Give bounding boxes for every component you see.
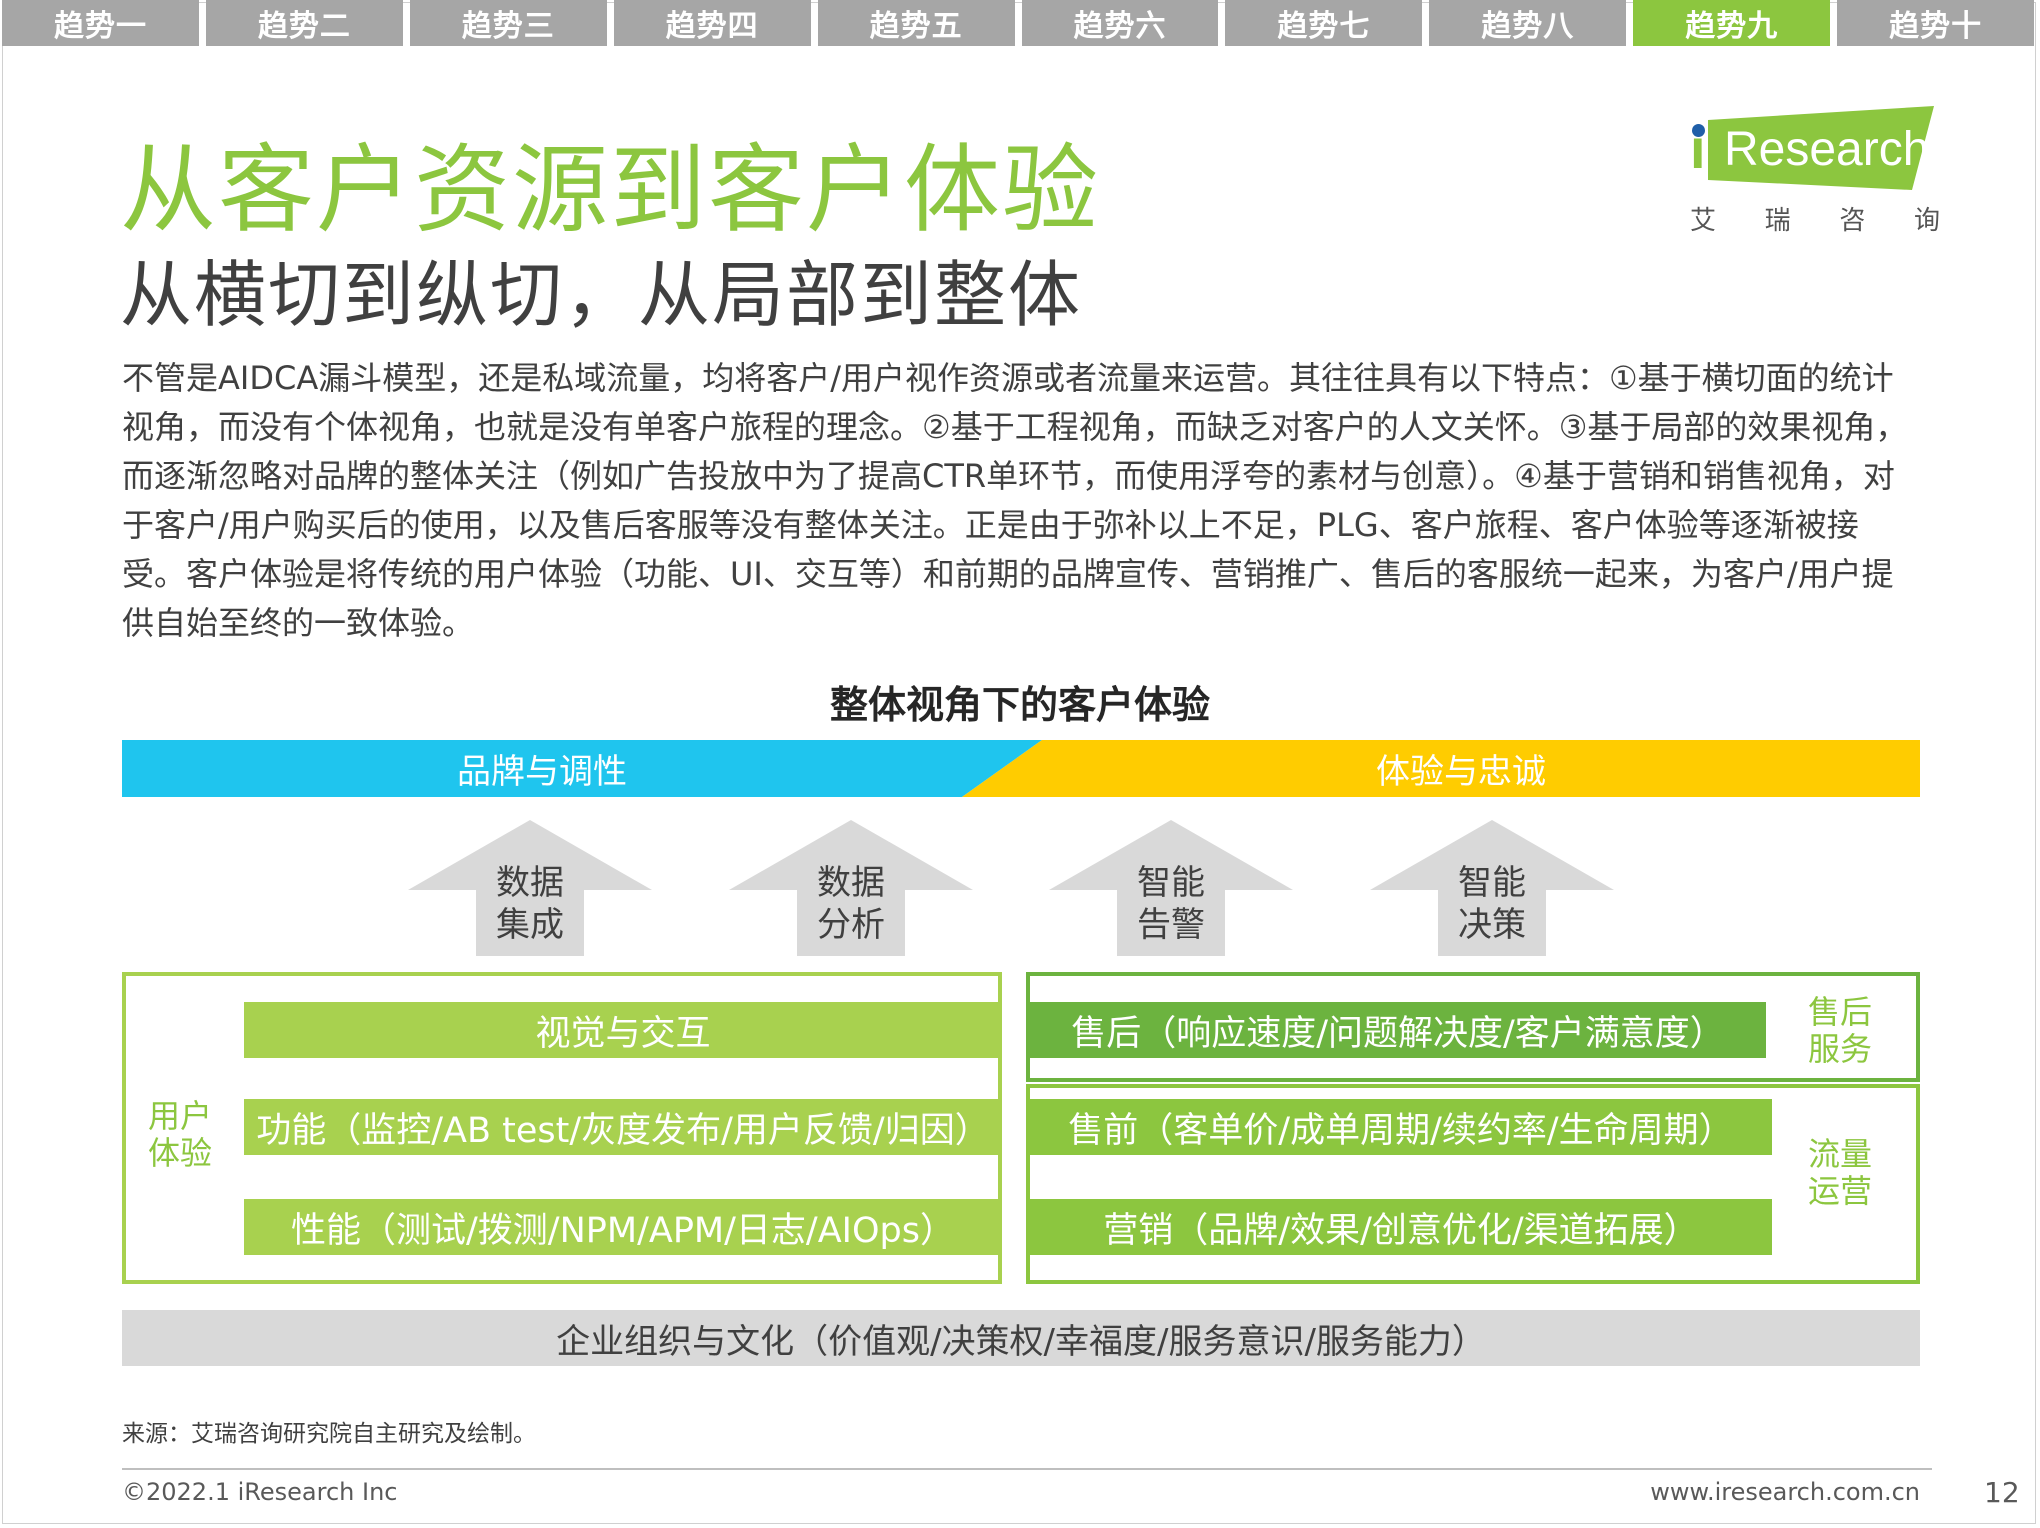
traffic-operation-label: 流量 运营 [1800, 1136, 1880, 1210]
logo-cn-char: 咨 [1839, 206, 1866, 236]
banner-right-label: 体验与忠诚 [1376, 752, 1546, 792]
banner-left-label: 品牌与调性 [457, 752, 627, 792]
bar-performance: 性能（测试/拨测/NPM/APM/日志/AIOps） [244, 1199, 1002, 1255]
label-line: 体验 [147, 1134, 212, 1172]
label-line: 运营 [1807, 1172, 1872, 1210]
trend-tabs: 趋势一 趋势二 趋势三 趋势四 趋势五 趋势六 趋势七 趋势八 趋势九 趋势十 [0, 0, 2040, 46]
tab-trend-10[interactable]: 趋势十 [1837, 0, 2035, 46]
arrow-smart-decision: 智能 决策 [1370, 820, 1614, 956]
label-line: 服务 [1807, 1030, 1872, 1068]
logo-banner: i Research [1690, 106, 1934, 190]
arrow-smart-alert: 智能 告警 [1049, 820, 1293, 956]
arrow-data-integration: 数据 集成 [408, 820, 652, 956]
logo-cn-char: 艾 [1690, 206, 1717, 236]
arrow-label-line1: 智能 [1458, 863, 1526, 903]
page-number: 12 [1984, 1476, 2020, 1509]
logo-cn-char: 询 [1913, 206, 1940, 236]
bar-visual-interaction: 视觉与交互 [244, 1002, 1002, 1058]
bar-function: 功能（监控/AB test/灰度发布/用户反馈/归因） [244, 1099, 1002, 1155]
tab-trend-3[interactable]: 趋势三 [409, 0, 607, 46]
arrow-label-line2: 告警 [1137, 905, 1205, 945]
arrow-label-line1: 智能 [1137, 863, 1205, 903]
tab-trend-8[interactable]: 趋势八 [1429, 0, 1627, 46]
diagram-title: 整体视角下的客户体验 [829, 683, 1210, 727]
label-line: 流量 [1807, 1135, 1872, 1173]
page-subtitle: 从横切到纵切，从局部到整体 [120, 253, 1083, 337]
logo-dot [1692, 124, 1705, 137]
tab-trend-4[interactable]: 趋势四 [613, 0, 811, 46]
logo-chinese: 艾 瑞 咨 询 [1690, 200, 1940, 237]
tab-trend-1[interactable]: 趋势一 [2, 0, 199, 46]
tab-trend-7[interactable]: 趋势七 [1225, 0, 1423, 46]
page-title: 从客户资源到客户体验 [120, 134, 1100, 246]
arrow-label-line2: 集成 [496, 905, 564, 945]
tab-trend-6[interactable]: 趋势六 [1021, 0, 1219, 46]
logo-cn-char: 瑞 [1764, 206, 1791, 236]
bar-marketing: 营销（品牌/效果/创意优化/渠道拓展） [1030, 1199, 1772, 1255]
body-paragraph: 不管是AIDCA漏斗模型，还是私域流量，均将客户/用户视作资源或者流量来运营。其… [122, 359, 1908, 642]
tab-trend-5[interactable]: 趋势五 [817, 0, 1015, 46]
copyright: ©2022.1 iResearch Inc [122, 1478, 398, 1506]
label-line: 售后 [1807, 993, 1872, 1031]
tab-trend-9[interactable]: 趋势九 [1633, 0, 1831, 46]
brand-experience-banner: 品牌与调性 体验与忠诚 [122, 740, 1920, 797]
tab-trend-2[interactable]: 趋势二 [205, 0, 403, 46]
label-line: 用户 [147, 1097, 212, 1135]
arrow-label-line1: 数据 [496, 863, 564, 903]
organization-culture-bar: 企业组织与文化（价值观/决策权/幸福度/服务意识/服务能力） [122, 1310, 1920, 1366]
source-note: 来源：艾瑞咨询研究院自主研究及绘制。 [122, 1421, 536, 1447]
arrow-label-line2: 决策 [1458, 905, 1526, 945]
iresearch-logo: i Research 艾 瑞 咨 询 [1690, 106, 1940, 236]
user-experience-label: 用户 体验 [140, 1098, 220, 1172]
footer-divider [122, 1468, 1932, 1470]
logo-wordmark: Research [1724, 123, 1930, 176]
website-link[interactable]: www.iresearch.com.cn [1650, 1478, 1920, 1506]
after-sales-service-label: 售后 服务 [1800, 994, 1880, 1068]
arrow-data-analysis: 数据 分析 [729, 820, 973, 956]
bar-pre-sales: 售前（客单价/成单周期/续约率/生命周期） [1030, 1099, 1772, 1155]
arrow-label-line1: 数据 [817, 863, 885, 903]
arrow-label-line2: 分析 [817, 905, 885, 945]
bar-after-sales: 售后（响应速度/问题解决度/客户满意度） [1030, 1002, 1766, 1058]
